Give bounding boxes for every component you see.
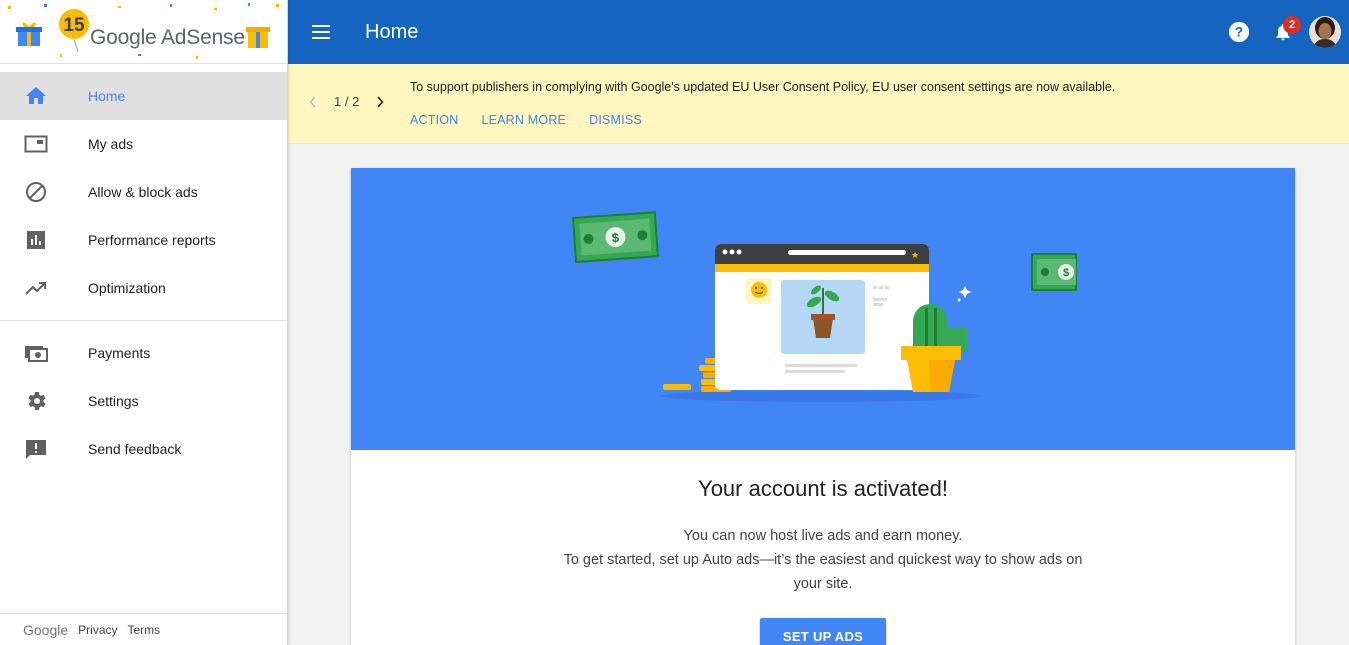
top-app-bar: Home ? 2	[288, 0, 1349, 64]
sidebar-item-label: Performance reports	[88, 232, 216, 248]
notice-pager: 1 / 2	[304, 94, 389, 109]
notification-badge: 2	[1283, 16, 1301, 34]
card-line-2: To get started, set up Auto ads—it’s the…	[563, 552, 1083, 592]
svg-text:?: ?	[1235, 25, 1243, 40]
sidebar-item-label: Home	[88, 88, 126, 104]
help-button[interactable]: ?	[1217, 10, 1261, 54]
sidebar-item-label: Allow & block ads	[88, 184, 198, 200]
header-actions: ? 2	[1217, 0, 1341, 64]
gift-icon	[245, 27, 270, 48]
activation-card: $ $ ★ Your account is activated! You can…	[351, 168, 1295, 645]
privacy-link[interactable]: Privacy	[78, 623, 117, 637]
notifications-button[interactable]: 2	[1261, 10, 1305, 54]
sidebar-divider	[0, 320, 287, 321]
bar-chart-icon	[0, 228, 88, 252]
block-icon	[0, 180, 88, 204]
learn-more-button[interactable]: LEARN MORE	[481, 113, 566, 127]
adsense-logo[interactable]: 15 Google AdSense	[16, 8, 270, 54]
previous-button[interactable]	[304, 95, 322, 108]
sidebar-item-label: Send feedback	[88, 441, 182, 457]
home-icon	[0, 84, 88, 108]
gear-icon	[0, 389, 88, 413]
payments-icon	[0, 341, 88, 365]
google-footer-logo: Google	[23, 621, 69, 638]
sidebar-item-optimization[interactable]: Optimization	[0, 264, 287, 312]
sidebar-nav: Home My ads Allow & block ads Performanc…	[0, 64, 287, 473]
set-up-ads-button[interactable]: SET UP ADS	[760, 618, 886, 645]
feedback-icon	[0, 437, 88, 461]
svg-text:15: 15	[63, 15, 85, 36]
logo-text: Google AdSense	[90, 26, 245, 49]
menu-icon	[312, 25, 330, 39]
notice-actions: ACTION LEARN MORE DISMISS	[410, 113, 665, 127]
svg-text:★: ★	[911, 250, 919, 260]
chevron-left-icon	[309, 95, 316, 108]
sidebar-footer: Google Privacy Terms	[0, 613, 288, 645]
svg-text:$: $	[1063, 267, 1069, 279]
sidebar-item-label: My ads	[88, 136, 134, 152]
sidebar-item-label: Optimization	[88, 280, 166, 296]
terms-link[interactable]: Terms	[128, 623, 161, 637]
illustration: $ $ ★	[571, 211, 1077, 402]
sidebar-item-performance-reports[interactable]: Performance reports	[0, 216, 287, 264]
sidebar-item-label: Settings	[88, 393, 139, 409]
sidebar-item-settings[interactable]: Settings	[0, 377, 287, 425]
card-description: You can now host live ads and earn money…	[551, 524, 1095, 596]
help-icon: ?	[1228, 21, 1250, 43]
sidebar-item-label: Payments	[88, 345, 151, 361]
sidebar-item-payments[interactable]: Payments	[0, 329, 287, 377]
action-button[interactable]: ACTION	[410, 113, 458, 127]
notice-banner: 1 / 2 To support publishers in complying…	[288, 64, 1349, 144]
sidebar: 15 Google AdSense Home My ads Allow & bl…	[0, 0, 288, 645]
next-button[interactable]	[371, 95, 389, 108]
page-indicator: 1 / 2	[334, 94, 360, 109]
chevron-right-icon	[377, 95, 384, 108]
sidebar-item-allow-block[interactable]: Allow & block ads	[0, 168, 287, 216]
dismiss-button[interactable]: DISMISS	[589, 113, 642, 127]
ad-unit-icon	[0, 132, 88, 156]
notice-message: To support publishers in complying with …	[410, 80, 1116, 94]
sidebar-item-send-feedback[interactable]: Send feedback	[0, 425, 287, 473]
page-title: Home	[365, 20, 419, 43]
card-line-1: You can now host live ads and earn money…	[683, 528, 963, 544]
sidebar-item-home[interactable]: Home	[0, 72, 287, 120]
card-title: Your account is activated!	[698, 476, 948, 501]
trending-up-icon	[0, 276, 88, 300]
anniversary-gift-icon: 15	[16, 9, 89, 53]
avatar[interactable]	[1309, 16, 1341, 48]
sidebar-item-my-ads[interactable]: My ads	[0, 120, 287, 168]
menu-button[interactable]	[288, 25, 354, 39]
hero-illustration: $ $ ★	[351, 168, 1295, 450]
logo-area: 15 Google AdSense	[0, 0, 287, 64]
